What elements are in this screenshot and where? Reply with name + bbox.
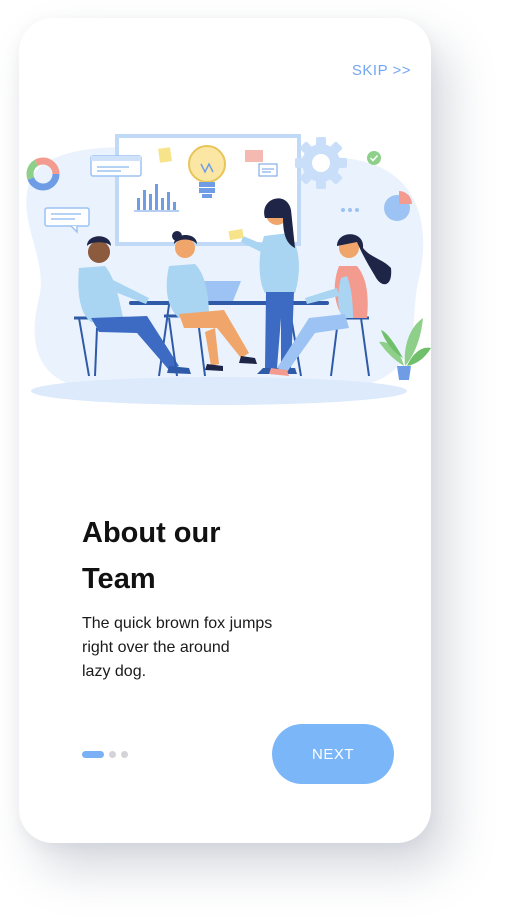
page-title: About our Team [82, 510, 382, 602]
page-dot[interactable] [121, 750, 128, 758]
onboarding-screen: SKIP >> About our Team The quick brown f… [19, 18, 431, 843]
page-title-line: Team [82, 563, 156, 595]
page-description: The quick brown fox jumps right over the… [82, 612, 342, 684]
browser-window-icon [90, 155, 142, 177]
page-indicator [82, 750, 128, 758]
next-button[interactable]: NEXT [272, 724, 394, 784]
description-line: right over the around [82, 639, 230, 656]
page-dot[interactable] [109, 750, 116, 758]
page-dot-active[interactable] [82, 750, 104, 758]
gear-icon [295, 137, 347, 189]
description-line: The quick brown fox jumps [82, 615, 273, 632]
skip-button[interactable]: SKIP >> [352, 62, 411, 79]
check-icon [367, 151, 381, 165]
team-meeting-illustration [26, 134, 431, 405]
page-title-line: About our [82, 517, 221, 549]
description-line: lazy dog. [82, 663, 147, 680]
